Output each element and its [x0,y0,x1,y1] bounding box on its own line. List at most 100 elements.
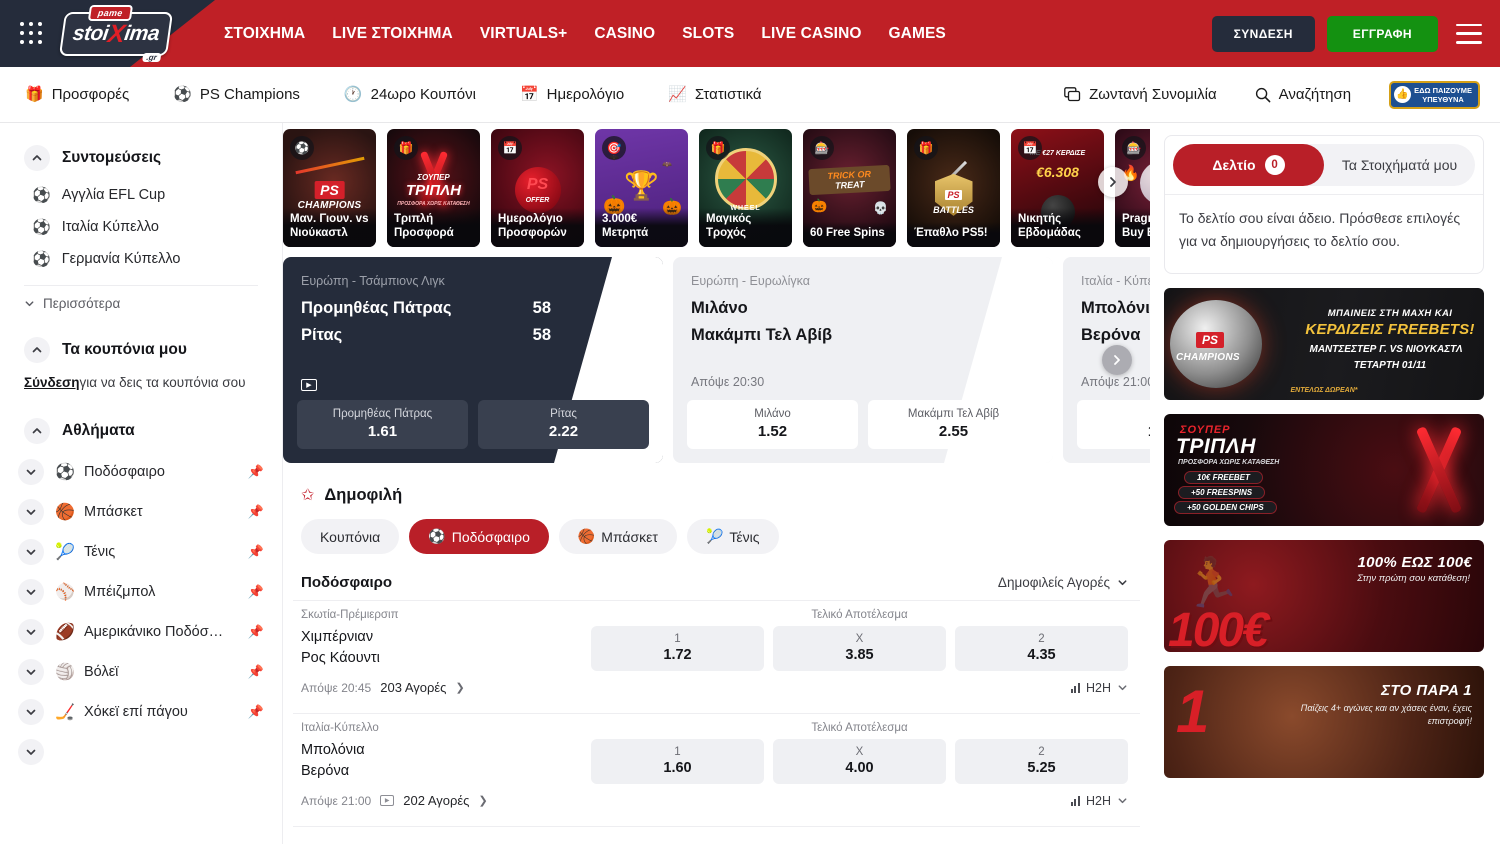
match-odd-x[interactable]: X 4.00 [773,739,946,784]
match-row-partial[interactable] [293,826,1140,835]
nav-stoixima[interactable]: ΣΤΟΙΧΗΜΑ [224,25,305,43]
pin-icon[interactable]: 📌 [248,584,264,600]
tv-stream-icon[interactable]: ▶ [301,379,317,391]
sidebar-sport-ice-hockey[interactable]: 🏒 Χόκεϊ επί πάγου 📌 [0,692,282,732]
pin-icon[interactable]: 📌 [248,504,264,520]
chevron-down-icon[interactable] [18,739,44,765]
match-odd-1[interactable]: 1 1.60 [591,739,764,784]
featured-match-card-2[interactable]: Ευρώπη - Ευρωλίγκα Μιλάνο Μακάμπι Τελ Αβ… [673,257,1053,463]
tab-mpasket[interactable]: 🏀 Μπάσκετ [559,519,677,554]
promo-card-nikitis-evdomadas[interactable]: ΜΕ €27 ΚΕΡΔΙΣΕ €6.308 📅 Νικητής Εβδομάδα… [1011,129,1104,247]
nav-live-casino[interactable]: LIVE CASINO [761,25,861,43]
banner-super-tripli[interactable]: ΣΟΥΠΕΡ ΤΡΙΠΛΗ ΠΡΟΣΦΟΡΑ ΧΩΡΙΣ ΚΑΤΑΘΕΣΗ 10… [1164,414,1484,526]
sidebar-sport-mpeizmpol[interactable]: ⚾ Μπέιζμπολ 📌 [0,572,282,612]
sport-label: Αμερικάνικο Ποδόσ… [84,624,237,640]
subnav-item-ps-champions[interactable]: ⚽ PS Champions [173,86,300,103]
register-button[interactable]: ΕΓΓΡΑΦΗ [1327,16,1438,52]
banner-first-deposit[interactable]: 🏃 100% ΕΩΣ 100€ Στην πρώτη σου κατάθεση!… [1164,540,1484,652]
featured-odd-1[interactable]: 1 1.60 [1077,400,1150,449]
promo-card-epathlo-ps5[interactable]: PS BATTLES 🎁 Έπαθλο PS5! [907,129,1000,247]
odd-value: 2.22 [482,423,645,440]
search-button[interactable]: Αναζήτηση [1255,86,1351,103]
promo-card-ps-champions[interactable]: PS CHAMPIONS ⚽ Μαν. Γιουν. vs Νιούκαστλ [283,129,376,247]
banner-sto-para-1[interactable]: 1 ΣΤΟ ΠΑΡΑ 1 Παίζεις 4+ αγώνες και αν χά… [1164,666,1484,778]
subnav-item-24oro-koupon[interactable]: 🕐 24ωρο Κουπόνι [344,86,476,103]
chevron-down-icon[interactable] [18,699,44,725]
pin-icon[interactable]: 📌 [248,624,264,640]
promo-card-60-free-spins[interactable]: TRICK OR TREAT 🎃 💀 🎰 60 Free Spins [803,129,896,247]
match-odd-2[interactable]: 2 4.35 [955,626,1128,671]
match-odd-1[interactable]: 1 1.72 [591,626,764,671]
subnav-item-statistika[interactable]: 📈 Στατιστικά [668,86,761,103]
tab-podosfairo[interactable]: ⚽ Ποδόσφαιρο [409,519,549,554]
nav-virtuals[interactable]: VIRTUALS+ [480,25,567,43]
featured-odd-home[interactable]: Μιλάνο 1.52 [687,400,858,449]
tab-my-bets[interactable]: Τα Στοιχήματά μου [1324,144,1475,186]
apps-grid-icon[interactable] [20,22,44,46]
featured-odd-away[interactable]: Ρίτας 2.22 [478,400,649,449]
live-chat-button[interactable]: Ζωντανή Συνομιλία [1064,86,1217,103]
sidebar-item-efl-cup[interactable]: ⚽ Αγγλία EFL Cup [0,179,282,211]
tab-koupon[interactable]: Κουπόνια [301,519,399,554]
match-odd-2[interactable]: 2 5.25 [955,739,1128,784]
chevron-down-icon[interactable] [18,579,44,605]
sidebar-sport-next-partial[interactable] [0,732,282,772]
sidebar-item-germania-kypello[interactable]: ⚽ Γερμανία Κύπελλο [0,243,282,275]
promo-card-magikos-troxos[interactable]: WHEEL 🎁 Μαγικός Τροχός [699,129,792,247]
sidebar-sport-volei[interactable]: 🏐 Βόλεϊ 📌 [0,652,282,692]
chevron-right-icon[interactable]: ❯ [455,681,464,694]
nav-slots[interactable]: SLOTS [682,25,734,43]
h2h-button[interactable]: H2H [1071,681,1128,695]
match-markets-count[interactable]: 202 Αγορές [403,793,469,808]
featured-odd-away[interactable]: Μακάμπι Τελ Αβίβ 2.55 [868,400,1039,449]
sidebar-item-italia-kypello[interactable]: ⚽ Ιταλία Κύπελλο [0,211,282,243]
subnav-item-imerologio[interactable]: 📅 Ημερολόγιο [520,86,624,103]
tab-tenis[interactable]: 🎾 Τένις [687,519,779,554]
pin-icon[interactable]: 📌 [248,704,264,720]
chevron-down-icon[interactable] [18,659,44,685]
hamburger-menu-icon[interactable] [1456,24,1482,44]
chevron-right-icon[interactable]: ❯ [478,794,487,807]
promo-carousel-next-button[interactable] [1098,167,1128,197]
nav-casino[interactable]: CASINO [594,25,655,43]
site-logo[interactable]: pame stoiXima .gr [60,10,172,58]
sidebar-section-my-coupons[interactable]: Τα κουπόνια μου [0,329,282,371]
sidebar-more-button[interactable]: Περισσότερα [0,290,282,317]
h2h-button[interactable]: H2H [1071,794,1128,808]
tv-stream-icon[interactable]: ▶ [380,795,394,806]
subnav-item-prosfores[interactable]: 🎁 Προσφορές [25,86,129,103]
sidebar-section-shortcuts[interactable]: Συντομεύσεις [0,137,282,179]
sidebar-sport-podosfairo[interactable]: ⚽ Ποδόσφαιρο 📌 [0,452,282,492]
pin-icon[interactable]: 📌 [248,464,264,480]
featured-carousel-next-button[interactable] [1102,345,1132,375]
nav-games[interactable]: GAMES [889,25,946,43]
pin-icon[interactable]: 📌 [248,544,264,560]
chevron-down-icon[interactable] [18,619,44,645]
featured-odds: Μιλάνο 1.52 Μακάμπι Τελ Αβίβ 2.55 [687,400,1039,449]
match-odds: 1 1.72 X 3.85 2 4.35 [591,626,1128,671]
promo-card-tripli-prosfora[interactable]: ΣΟΥΠΕΡ ΤΡΙΠΛΗ ΠΡΟΣΦΟΡΑ ΧΩΡΙΣ ΚΑΤΑΘΕΣΗ 🎁 … [387,129,480,247]
markets-dropdown[interactable]: Δημοφιλείς Αγορές [998,575,1128,590]
banner-ps-champions[interactable]: PS CHAMPIONS ΜΠΑΙΝΕΙΣ ΣΤΗ ΜΑΧΗ ΚΑΙ ΚΕΡΔΙ… [1164,288,1484,400]
promo-card-3000-metrita[interactable]: 🏆 🎃 🎃 🦇 🦇 🎯 3.000€ Μετρητά [595,129,688,247]
chevron-down-icon[interactable] [18,539,44,565]
sidebar-section-sports[interactable]: Αθλήματα [0,410,282,452]
match-odd-x[interactable]: X 3.85 [773,626,946,671]
sidebar-sport-mpasket[interactable]: 🏀 Μπάσκετ 📌 [0,492,282,532]
match-row[interactable]: Σκωτία-Πρέμιερσιπ Χιμπέρνιαν Ρος Κάουντι… [293,600,1140,704]
sidebar-login-link[interactable]: Σύνδεση [24,375,80,390]
sidebar-sport-american-football[interactable]: 🏈 Αμερικάνικο Ποδόσ… 📌 [0,612,282,652]
featured-match-card-1[interactable]: Ευρώπη - Τσάμπιονς Λιγκ Προμηθέας Πάτρας… [283,257,663,463]
chevron-down-icon[interactable] [18,459,44,485]
pin-icon[interactable]: 📌 [248,664,264,680]
featured-odd-home[interactable]: Προμηθέας Πάτρας 1.61 [297,400,468,449]
promo-card-imerologio-prosforon[interactable]: PS OFFER 📅 Ημερολόγιο Προσφορών [491,129,584,247]
tab-betslip[interactable]: Δελτίο 0 [1173,144,1324,186]
match-markets-count[interactable]: 203 Αγορές [380,680,446,695]
responsible-gaming-badge[interactable]: 👍 ΕΔΩ ΠΑΙΖΟΥΜΕ ΥΠΕΥΘΥΝΑ [1389,81,1480,109]
sidebar-sport-tenis[interactable]: 🎾 Τένις 📌 [0,532,282,572]
chevron-down-icon[interactable] [18,499,44,525]
nav-live-stoixima[interactable]: LIVE ΣΤΟΙΧΗΜΑ [332,25,453,43]
match-row[interactable]: Ιταλία-Κύπελλο Μπολόνια Βερόνα Τελικό Απ… [293,713,1140,817]
login-button[interactable]: ΣΥΝΔΕΣΗ [1212,16,1315,52]
